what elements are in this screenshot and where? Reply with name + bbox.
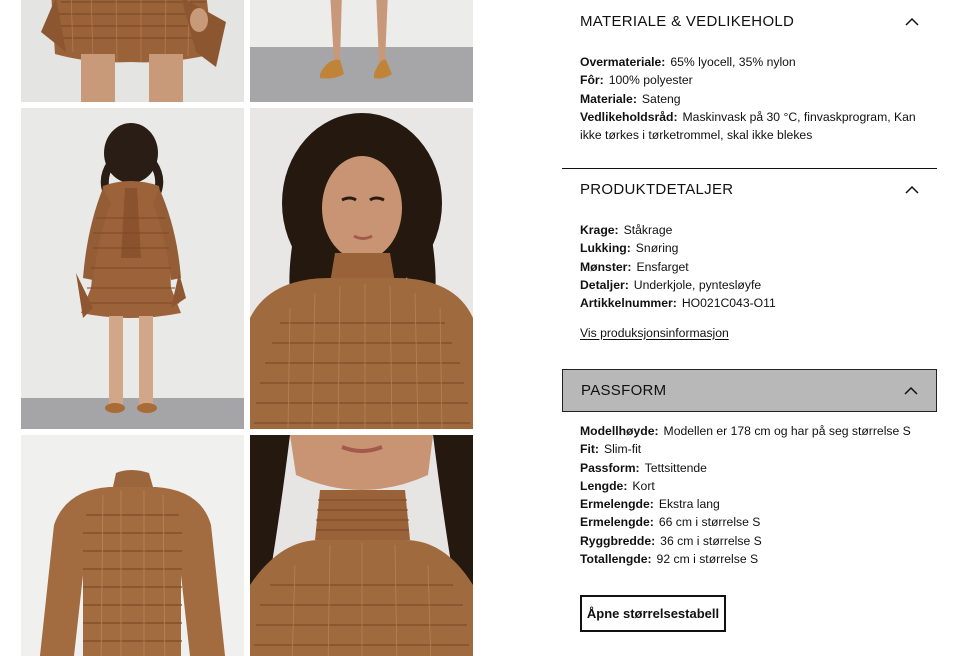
production-info-link[interactable]: Vis produksjonsinformasjon (580, 326, 729, 340)
product-image-1[interactable] (21, 0, 244, 102)
chevron-up-icon[interactable] (905, 17, 919, 26)
product-image-gallery (0, 0, 480, 656)
detail-row: Ermelengde: 66 cm i størrelse S (580, 515, 761, 530)
neckline-closeup-photo (250, 435, 473, 656)
accordion-title: PRODUKTDETALJER (580, 181, 734, 198)
product-image-6[interactable] (250, 435, 473, 656)
accordion-body-produktdetaljer: Krage: Ståkrage Lukking: Snøring Mønster: E… (580, 221, 925, 312)
detail-row: Artikkelnummer: HO021C043-O11 (580, 296, 776, 311)
chevron-up-icon[interactable] (905, 185, 919, 194)
flat-lay-photo (21, 435, 244, 656)
detail-row: Totallengde: 92 cm i størrelse S (580, 552, 759, 567)
detail-row: Materiale: Sateng (580, 91, 681, 106)
detail-row: Vedlikeholdsråd: Maskinvask på 30 °C, fin… (580, 109, 916, 143)
legs-shoes-photo (250, 0, 473, 102)
product-image-2[interactable] (250, 0, 473, 102)
product-details-panel: MATERIALE & VEDLIKEHOLD Overmateriale: 65… (562, 0, 937, 656)
accordion-header-passform[interactable]: PASSFORM (562, 369, 937, 412)
accordion-header-produktdetaljer[interactable]: PRODUKTDETALJER (562, 168, 937, 210)
detail-row: Detaljer: Underkjole, pyntesløyfe (580, 277, 762, 292)
accordion-title: PASSFORM (581, 382, 667, 399)
accordion-title: MATERIALE & VEDLIKEHOLD (580, 12, 795, 30)
detail-row: Fit: Slim-fit (580, 442, 642, 457)
dress-hem-photo (21, 0, 244, 102)
detail-row: Lukking: Snøring (580, 241, 679, 256)
front-portrait-photo (250, 108, 473, 429)
detail-row: Ryggbredde: 36 cm i størrelse S (580, 533, 762, 548)
detail-row: Mønster: Ensfarget (580, 259, 689, 274)
detail-row: Lengde: Kort (580, 478, 655, 493)
detail-row: Overmateriale: 65% lyocell, 35% nylon (580, 55, 796, 69)
back-view-photo (21, 108, 244, 429)
product-image-3[interactable] (21, 108, 244, 429)
open-size-chart-button[interactable]: Åpne størrelsestabell (580, 595, 726, 632)
detail-row: Ermelengde: Ekstra lang (580, 497, 720, 512)
chevron-up-icon[interactable] (904, 386, 918, 395)
detail-row: Passform: Tettsittende (580, 460, 707, 475)
product-image-4[interactable] (250, 108, 473, 429)
detail-row: Modellhøyde: Modellen er 178 cm og har på… (580, 424, 911, 438)
detail-row: Fôr: 100% polyester (580, 73, 693, 88)
detail-row: Krage: Ståkrage (580, 223, 673, 237)
product-image-5[interactable] (21, 435, 244, 656)
accordion-body-materiale: Overmateriale: 65% lyocell, 35% nylon Fôr… (580, 53, 925, 144)
accordion-body-passform: Modellhøyde: Modellen er 178 cm og har på… (580, 422, 925, 568)
accordion-header-materiale[interactable]: MATERIALE & VEDLIKEHOLD (562, 0, 937, 42)
